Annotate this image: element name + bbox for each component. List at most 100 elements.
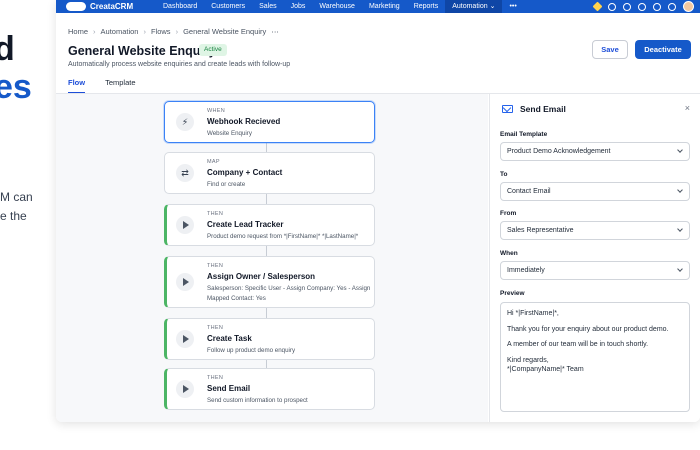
swap-icon: ⇄ (176, 164, 194, 182)
nav-marketing[interactable]: Marketing (362, 0, 407, 13)
top-navbar: CreataCRM Dashboard Customers Sales Jobs… (56, 0, 700, 13)
email-preview: Hi *|FirstName|*, Thank you for your enq… (500, 302, 690, 412)
search-icon[interactable] (623, 2, 631, 11)
field-label-from: From (500, 210, 517, 217)
node-kind: THEN (207, 263, 224, 269)
chevron-down-icon: ⌄ (489, 3, 496, 10)
save-button[interactable]: Save (592, 40, 628, 59)
chevron-right-icon: › (143, 27, 146, 36)
tab-template[interactable]: Template (105, 78, 135, 94)
background-hero: d es M can e the (0, 0, 60, 450)
node-kind: THEN (207, 325, 224, 331)
help-icon[interactable] (653, 2, 661, 11)
lightning-icon: ⚡︎ (176, 113, 194, 131)
preview-body-1: Thank you for your enquiry about our pro… (507, 325, 669, 333)
nav-sales[interactable]: Sales (252, 0, 284, 13)
nav-dashboard[interactable]: Dashboard (156, 0, 204, 13)
preview-body-2: A member of our team will be in touch sh… (507, 341, 649, 349)
node-desc: Find or create (207, 181, 246, 188)
chevron-right-icon: › (93, 27, 96, 36)
chevron-down-icon (677, 266, 683, 272)
node-title: Assign Owner / Salesperson (207, 272, 316, 281)
nav-more[interactable]: ••• (502, 0, 523, 13)
nav-reports[interactable]: Reports (407, 0, 446, 13)
play-icon (176, 273, 194, 291)
field-label-to: To (500, 171, 508, 178)
close-icon[interactable]: × (685, 103, 690, 113)
brand[interactable]: CreataCRM (56, 2, 156, 11)
send-email-panel: Send Email × Email Template Product Demo… (489, 94, 700, 422)
breadcrumb-current: General Website Enquiry (183, 27, 267, 36)
breadcrumb-automation[interactable]: Automation (101, 27, 139, 36)
hero-text-line3: M can (0, 190, 33, 204)
select-value: Sales Representative (507, 227, 574, 234)
preview-greeting: Hi *|FirstName|*, (507, 310, 559, 317)
breadcrumb-more-icon[interactable]: ⋯ (271, 27, 279, 36)
breadcrumb: Home › Automation › Flows › General Webs… (68, 27, 279, 36)
status-badge: Active (199, 44, 227, 56)
flow-node-map[interactable]: ⇄ MAP Company + Contact Find or create (164, 152, 375, 194)
flow-node-create-lead[interactable]: THEN Create Lead Tracker Product demo re… (164, 204, 375, 246)
avatar[interactable] (683, 1, 694, 12)
chevron-down-icon (677, 147, 683, 153)
chevron-down-icon (677, 187, 683, 193)
tab-flow[interactable]: Flow (68, 78, 86, 94)
node-kind: WHEN (207, 108, 226, 114)
node-kind: THEN (207, 211, 224, 217)
node-title: Create Lead Tracker (207, 220, 284, 229)
flow-node-create-task[interactable]: THEN Create Task Follow up product demo … (164, 318, 375, 360)
select-value: Product Demo Acknowledgement (507, 148, 611, 155)
preview-label: Preview (500, 290, 525, 297)
breadcrumb-flows[interactable]: Flows (151, 27, 171, 36)
flow-node-trigger[interactable]: ⚡︎ WHEN Webhook Recieved Website Enquiry (164, 101, 375, 143)
add-icon[interactable] (608, 2, 616, 11)
hero-text-line1: d (0, 30, 15, 68)
tabs: Flow Template (68, 78, 136, 94)
crm-app-window: CreataCRM Dashboard Customers Sales Jobs… (56, 0, 700, 422)
settings-icon[interactable] (668, 2, 676, 11)
node-kind: MAP (207, 159, 220, 165)
to-select[interactable]: Contact Email (500, 182, 690, 201)
from-select[interactable]: Sales Representative (500, 221, 690, 240)
node-desc: Salesperson: Specific User - Assign Comp… (207, 285, 371, 302)
hero-text-line2: es (0, 68, 32, 106)
panel-header: Send Email (502, 104, 566, 114)
nav-jobs[interactable]: Jobs (284, 0, 313, 13)
chevron-down-icon (677, 226, 683, 232)
hero-text-line4: e the (0, 209, 27, 223)
node-title: Webhook Recieved (207, 117, 281, 126)
node-desc: Website Enquiry (207, 130, 252, 137)
deactivate-button[interactable]: Deactivate (635, 40, 691, 59)
chevron-right-icon: › (175, 27, 179, 36)
preview-signoff: Kind regards, *|CompanyName|* Team (507, 356, 584, 374)
page-subtitle: Automatically process website enquiries … (68, 61, 291, 68)
select-value: Contact Email (507, 188, 551, 195)
node-desc: Send custom information to prospect (207, 397, 308, 404)
field-label-template: Email Template (500, 131, 548, 138)
email-template-select[interactable]: Product Demo Acknowledgement (500, 142, 690, 161)
play-icon (176, 330, 194, 348)
node-desc: Follow up product demo enquiry (207, 347, 296, 354)
mail-icon (502, 105, 513, 113)
node-title: Send Email (207, 384, 251, 393)
flow-node-send-email[interactable]: THEN Send Email Send custom information … (164, 368, 375, 410)
main-nav: Dashboard Customers Sales Jobs Warehouse… (156, 0, 524, 13)
when-select[interactable]: Immediately (500, 261, 690, 280)
cloud-logo-icon (66, 2, 86, 11)
play-icon (176, 380, 194, 398)
nav-warehouse[interactable]: Warehouse (312, 0, 362, 13)
page-title: General Website Enquiry (68, 44, 216, 58)
nav-automation[interactable]: Automation ⌄ (445, 0, 503, 13)
flow-node-assign-owner[interactable]: THEN Assign Owner / Salesperson Salesper… (164, 256, 375, 308)
bell-icon[interactable] (638, 2, 646, 11)
breadcrumb-home[interactable]: Home (68, 27, 88, 36)
node-kind: THEN (207, 375, 224, 381)
brand-name: CreataCRM (90, 2, 134, 11)
nav-customers[interactable]: Customers (204, 0, 252, 13)
node-title: Company + Contact (207, 168, 283, 177)
panel-title: Send Email (520, 104, 566, 114)
top-icons (592, 0, 694, 13)
warning-icon[interactable] (592, 1, 603, 12)
field-label-when: When (500, 250, 518, 257)
node-title: Create Task (207, 334, 252, 343)
